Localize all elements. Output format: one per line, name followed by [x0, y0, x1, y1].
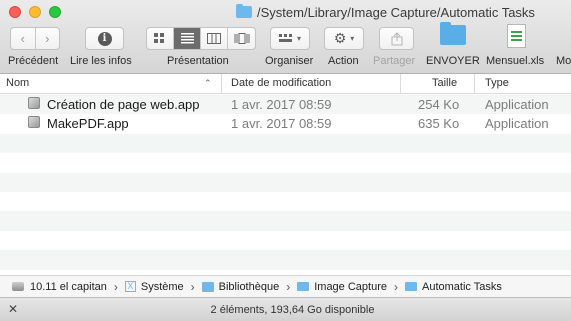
status-text: 2 éléments, 193,64 Go disponible: [210, 304, 375, 316]
file-list: Création de page web.app 1 avr. 2017 08:…: [0, 95, 571, 270]
window-title: /System/Library/Image Capture/Automatic …: [236, 3, 535, 21]
list-view-button[interactable]: [174, 28, 201, 49]
arrange-button[interactable]: ▾: [270, 27, 310, 50]
empty-row: [0, 191, 571, 212]
file-date: 1 avr. 2017 08:59: [231, 97, 332, 112]
file-size: 635 Ko: [418, 116, 460, 132]
sort-ascending-icon: ⌃: [204, 78, 212, 88]
column-view-button[interactable]: [201, 28, 228, 49]
folder-icon: [404, 282, 417, 291]
path-item-label: 10.11 el capitan: [30, 280, 107, 293]
app-icon: [28, 97, 40, 109]
view-label: Présentation: [167, 55, 229, 67]
path-item-label: Automatic Tasks: [421, 280, 502, 293]
chevron-down-icon: ▾: [296, 34, 301, 43]
empty-row: [0, 250, 571, 270]
file-name: MakePDF.app: [47, 116, 129, 132]
file-type: Application: [485, 97, 549, 112]
action-label: Action: [328, 55, 359, 67]
path-item-label: Système: [140, 280, 184, 293]
toolbar: /System/Library/Image Capture/Automatic …: [0, 0, 571, 74]
share-icon: [391, 31, 402, 45]
spreadsheet-file-icon[interactable]: [507, 24, 526, 48]
share-button[interactable]: [379, 27, 414, 50]
back-button[interactable]: ‹: [11, 28, 36, 49]
status-bar: ✕ 2 éléments, 193,64 Go disponible: [0, 297, 571, 321]
file-row[interactable]: MakePDF.app 1 avr. 2017 08:59 635 Ko App…: [0, 114, 571, 134]
mensuel-label[interactable]: Mensuel.xls: [486, 55, 544, 67]
path-item-label: Image Capture: [314, 280, 387, 293]
forward-button[interactable]: ›: [36, 28, 60, 49]
file-size: 254 Ko: [418, 97, 460, 112]
path-item-library[interactable]: Bibliothèque: [201, 280, 280, 293]
file-name: Création de page web.app: [47, 97, 200, 112]
icon-view-button[interactable]: [147, 28, 174, 49]
envoyer-folder-icon[interactable]: [440, 22, 466, 45]
path-item-disk[interactable]: 10.11 el capitan: [12, 281, 107, 293]
chevron-right-icon: ›: [393, 279, 398, 294]
window-title-text: /System/Library/Image Capture/Automatic …: [257, 4, 535, 20]
folder-icon: [236, 4, 252, 18]
chevron-down-icon: ▾: [350, 34, 355, 43]
column-divider: [221, 74, 222, 93]
file-date: 1 avr. 2017 08:59: [231, 116, 332, 132]
back-label: Précédent: [8, 55, 59, 67]
info-icon: i: [97, 31, 112, 46]
column-date-header[interactable]: Date de modification: [231, 74, 331, 93]
empty-row: [0, 153, 571, 173]
path-item-label: Bibliothèque: [218, 280, 280, 293]
action-button[interactable]: ⚙ ▾: [324, 27, 364, 50]
chevron-left-icon: ‹: [20, 31, 25, 46]
gear-icon: ⚙: [333, 30, 347, 46]
share-label: Partager: [373, 55, 416, 67]
close-window-button[interactable]: [9, 6, 21, 18]
back-forward-control: ‹ ›: [10, 27, 60, 50]
library-folder-icon: [201, 281, 214, 292]
system-folder-icon: X: [124, 281, 136, 292]
column-name-header[interactable]: Nom: [6, 74, 29, 93]
folder-icon: [297, 282, 310, 291]
path-bar: 10.11 el capitan › X Système › Bibliothè…: [0, 275, 571, 297]
grid-icon: [154, 33, 164, 43]
view-switcher: [146, 27, 256, 50]
file-type: Application: [485, 116, 549, 132]
coverflow-icon: [234, 33, 249, 44]
path-item-system[interactable]: X Système: [124, 280, 184, 293]
file-row[interactable]: Création de page web.app 1 avr. 2017 08:…: [0, 95, 571, 115]
list-icon: [180, 33, 194, 44]
info-label: Lire les infos: [70, 55, 132, 67]
coverflow-view-button[interactable]: [228, 28, 255, 49]
empty-row: [0, 230, 571, 251]
columns-icon: [207, 33, 221, 44]
fullscreen-window-button[interactable]: [49, 6, 61, 18]
column-divider: [400, 74, 401, 93]
column-divider: [474, 74, 475, 93]
empty-row: [0, 133, 571, 154]
column-header: Nom ⌃ Date de modification Taille Type: [0, 74, 571, 94]
column-type-header[interactable]: Type: [485, 74, 509, 93]
column-size-header[interactable]: Taille: [432, 74, 457, 93]
envoyer-label[interactable]: ENVOYER: [426, 55, 480, 67]
path-item-automatic-tasks[interactable]: Automatic Tasks: [404, 280, 502, 293]
arrange-label: Organiser: [265, 55, 314, 67]
info-button[interactable]: i: [85, 27, 124, 50]
chevron-right-icon: ›: [286, 279, 291, 294]
minimize-window-button[interactable]: [29, 6, 41, 18]
chevron-right-icon: ›: [45, 31, 50, 46]
arrange-icon: [278, 34, 292, 42]
chevron-right-icon: ›: [190, 279, 195, 294]
empty-row: [0, 211, 571, 231]
app-icon: [28, 116, 40, 129]
empty-row: [0, 172, 571, 192]
chevron-right-icon: ›: [113, 279, 118, 294]
more-label[interactable]: Mo: [556, 55, 571, 67]
disk-icon: [12, 282, 24, 291]
path-item-image-capture[interactable]: Image Capture: [297, 281, 387, 293]
